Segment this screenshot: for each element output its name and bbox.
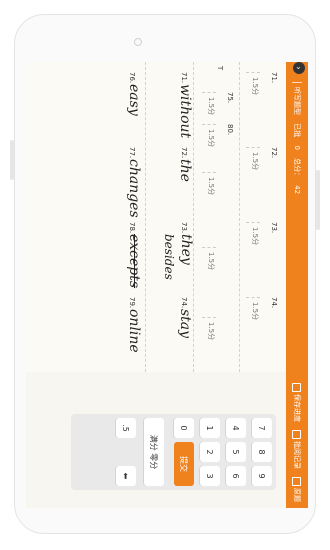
item-number: 74. (180, 297, 188, 309)
count-value: 0 (293, 145, 301, 150)
key-3[interactable]: 3 (200, 466, 220, 486)
item-score[interactable]: 1.5分 (246, 222, 260, 246)
item-number: 78. (128, 222, 136, 234)
key-0[interactable]: 0 (174, 418, 194, 438)
handwritten-answer: the (177, 159, 193, 182)
original-label: 原题 (293, 488, 301, 502)
handwritten-answer: they (178, 234, 194, 265)
row-divider (193, 62, 194, 372)
item-score[interactable]: 1.5分 (202, 172, 216, 196)
key-5[interactable]: 5 (226, 442, 246, 462)
handwritten-answer: stay (177, 309, 193, 339)
key-9[interactable]: 9 (252, 466, 272, 486)
record-icon (292, 430, 302, 439)
item-score[interactable]: 1.5分 (246, 297, 260, 321)
item-score[interactable]: 1.5分 (202, 317, 216, 341)
handwritten-answer: easy (126, 84, 142, 116)
original-button[interactable]: 原题 (292, 477, 302, 502)
handwritten-answer-extra: besides (162, 234, 176, 280)
item-number: 71. (180, 72, 188, 84)
screen: ✕ 听写题型 已批 0 总分：42 保存进度 批阅记录 原题 (26, 62, 308, 508)
item-score[interactable]: 1.5分 (202, 124, 216, 148)
item-number: 75. (226, 92, 234, 104)
answer-sheet: 71. 1.5分 72. 1.5分 73. 1.5分 74. 1.5分 75. … (26, 62, 286, 372)
item-number: 72. (270, 147, 278, 159)
item-score[interactable]: 1.5分 (246, 147, 260, 171)
item-number: 74. (270, 297, 278, 309)
side-button-top (10, 140, 14, 180)
key-6[interactable]: 6 (226, 466, 246, 486)
row-divider (145, 62, 146, 372)
item-number: 76. (128, 72, 136, 84)
review-record-label: 批阅记录 (293, 441, 301, 469)
full-score-label: 满分 (149, 434, 159, 451)
item-number: 73. (270, 222, 278, 234)
title: 听写题型 (293, 87, 301, 115)
camera-dot (134, 38, 142, 46)
total-value: 42 (293, 185, 301, 195)
handwritten-answer: excepts (126, 234, 142, 289)
key-2[interactable]: 2 (200, 442, 220, 462)
side-tag: T (216, 66, 224, 71)
key-4[interactable]: 4 (226, 418, 246, 438)
top-actions: 保存进度 批阅记录 原题 (292, 383, 302, 508)
handwritten-answer: online (126, 309, 142, 353)
item-number: 73. (180, 222, 188, 234)
item-number: 79. (128, 297, 136, 309)
status-info: 听写题型 已批 0 总分： 42 (292, 87, 302, 200)
review-record-button[interactable]: 批阅记录 (292, 430, 302, 469)
item-score[interactable]: 1.5分 (246, 72, 260, 96)
total-label: 总分： (293, 158, 301, 180)
item-score[interactable]: 1.5分 (202, 92, 216, 116)
backspace-icon[interactable]: ⬅ (116, 466, 136, 486)
app-frame: ✕ 听写题型 已批 0 总分：42 保存进度 批阅记录 原题 (26, 62, 308, 508)
save-icon (292, 383, 302, 392)
submit-button[interactable]: 提交 (174, 442, 194, 486)
item-number: 72. (180, 147, 188, 159)
save-progress-label: 保存进度 (293, 394, 301, 422)
top-bar: ✕ 听写题型 已批 0 总分：42 保存进度 批阅记录 原题 (286, 62, 308, 508)
item-number: 71. (270, 72, 278, 84)
item-number: 80. (226, 124, 234, 136)
collapse-toggle-icon[interactable]: › (293, 62, 305, 74)
original-icon (292, 477, 302, 486)
key-8[interactable]: 8 (252, 442, 272, 462)
key-7[interactable]: 7 (252, 418, 272, 438)
score-keypad: 7 8 9 4 5 6 1 2 3 0 提交 满分 零分 .5 ⬅ (71, 414, 276, 490)
key-1[interactable]: 1 (200, 418, 220, 438)
divider (292, 82, 302, 83)
status-label: 已批 (293, 123, 301, 138)
row-divider (239, 62, 240, 372)
full-score-button[interactable]: 满分 零分 (144, 418, 164, 486)
key-half[interactable]: .5 (116, 418, 136, 438)
handwritten-answer: without (177, 84, 193, 139)
item-score[interactable]: 1.5分 (202, 247, 216, 271)
item-number: 77. (128, 147, 136, 159)
side-button-right (316, 170, 320, 230)
zero-score-label: 零分 (149, 453, 159, 470)
save-progress-button[interactable]: 保存进度 (292, 383, 302, 422)
handwritten-answer: changes (126, 159, 142, 218)
